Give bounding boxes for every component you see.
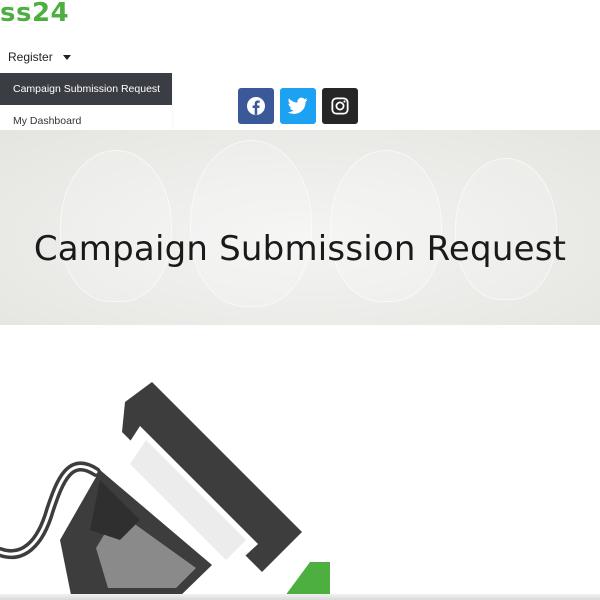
- twitter-icon: [288, 97, 308, 114]
- register-menu[interactable]: Register: [8, 50, 71, 64]
- twitter-button[interactable]: [280, 88, 316, 124]
- site-logo[interactable]: ss24: [0, 0, 69, 28]
- dropdown-item-campaign-submission[interactable]: Campaign Submission Request: [0, 73, 172, 105]
- register-label: Register: [8, 50, 53, 64]
- instagram-icon: [331, 97, 349, 115]
- lightbulb-decoration: [60, 150, 172, 302]
- instagram-button[interactable]: [322, 88, 358, 124]
- facebook-icon: [247, 97, 265, 115]
- social-links: [238, 88, 358, 124]
- campaign-illustration: [0, 382, 330, 600]
- page-title: Campaign Submission Request: [33, 229, 567, 269]
- bottom-shadow-bar: [0, 594, 600, 600]
- lightbulb-decoration: [190, 140, 312, 307]
- register-dropdown: Campaign Submission Request My Dashboard: [0, 73, 172, 137]
- facebook-button[interactable]: [238, 88, 274, 124]
- lightbulb-decoration: [330, 150, 442, 302]
- caret-down-icon: [62, 54, 71, 60]
- hero-banner: Campaign Submission Request: [0, 130, 600, 325]
